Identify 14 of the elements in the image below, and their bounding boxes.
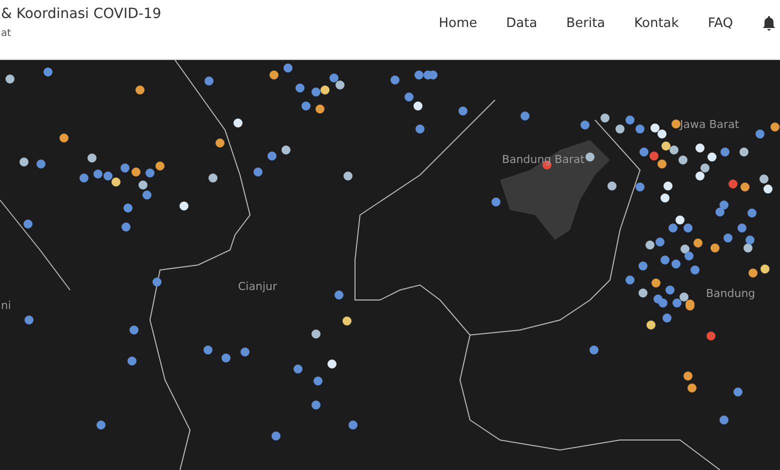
map-place-label: Bandung <box>706 287 756 300</box>
nav-link[interactable]: Kontak <box>634 16 679 30</box>
map-place-label: Cianjur <box>238 280 277 293</box>
nav-link[interactable]: Data <box>506 16 538 30</box>
bell-icon[interactable] <box>762 15 776 31</box>
map-place-label: ni <box>1 299 12 312</box>
nav-link[interactable]: Berita <box>566 16 606 30</box>
site-subtitle: at <box>1 28 12 39</box>
site-title: & Koordinasi COVID-19 <box>1 6 162 22</box>
map-place-label: Jawa Barat <box>680 118 740 131</box>
nav-link[interactable]: FAQ <box>708 16 733 30</box>
map-place-label: Bandung Barat <box>502 153 585 166</box>
map-area[interactable]: Bandung Barat Jawa Barat Cianjur Bandung ni <box>0 60 780 470</box>
nav-link[interactable]: Home <box>438 16 478 30</box>
